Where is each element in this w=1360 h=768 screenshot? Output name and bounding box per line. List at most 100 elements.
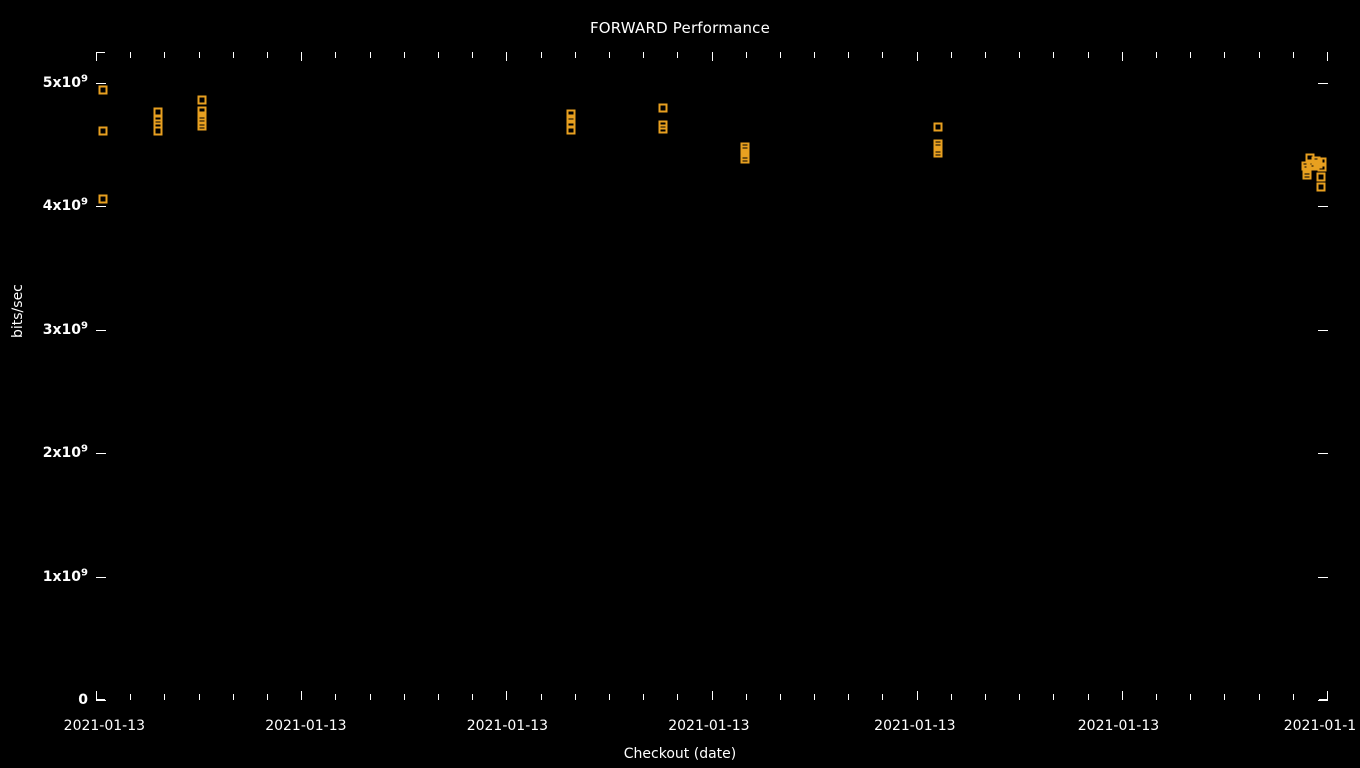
x-axis-tick-top <box>882 52 883 58</box>
x-axis-tick-top <box>814 52 815 58</box>
y-axis-tick-right <box>1318 700 1328 701</box>
y-axis-tick-label: 2x109 <box>42 443 88 462</box>
y-axis-label: bits/sec <box>10 284 26 338</box>
x-axis-tick-bottom <box>1122 691 1123 700</box>
x-axis-tick-top <box>712 52 713 61</box>
x-axis-tick-top <box>96 52 97 61</box>
x-axis-tick-label: 2021-01-13 <box>874 718 956 734</box>
y-axis-tick-right <box>1318 206 1328 207</box>
x-axis-tick-top <box>1053 52 1054 58</box>
x-axis-tick-top <box>438 52 439 58</box>
x-axis-tick-bottom <box>677 694 678 700</box>
x-axis-tick-top <box>335 52 336 58</box>
x-axis-tick-bottom <box>130 694 131 700</box>
x-axis-tick-top <box>506 52 507 61</box>
data-point-marker <box>1316 182 1326 192</box>
x-axis-tick-top <box>130 52 131 58</box>
x-axis-tick-top <box>609 52 610 58</box>
y-axis-tick-left <box>96 206 106 207</box>
x-axis-tick-bottom <box>233 694 234 700</box>
x-axis-tick-bottom <box>199 694 200 700</box>
x-axis-tick-label: 2021-01-13 <box>466 718 549 734</box>
x-axis-tick-top <box>267 52 268 58</box>
x-axis-tick-bottom <box>780 694 781 700</box>
data-point-marker <box>566 125 576 135</box>
y-axis-tick-left <box>96 83 106 84</box>
x-axis-tick-top <box>951 52 952 58</box>
x-axis-tick-bottom <box>541 694 542 700</box>
x-axis-tick-top <box>643 52 644 58</box>
x-axis-tick-bottom <box>1088 694 1089 700</box>
x-axis-tick-bottom <box>1053 694 1054 700</box>
x-axis-tick-label: 2021-01-13 <box>63 718 146 734</box>
y-axis-tick-label: 0 <box>78 692 88 708</box>
x-axis-tick-bottom <box>1019 694 1020 700</box>
x-axis-tick-bottom <box>848 694 849 700</box>
x-axis-tick-bottom <box>301 691 302 700</box>
x-axis-tick-bottom <box>506 691 507 700</box>
data-point-marker <box>658 103 668 113</box>
x-axis-tick-bottom <box>96 691 97 700</box>
data-point-marker <box>197 121 207 131</box>
x-axis-tick-bottom <box>882 694 883 700</box>
data-point-marker <box>933 122 943 132</box>
x-axis-tick-label: 2021-01-13 <box>265 718 347 734</box>
data-point-marker <box>98 85 108 95</box>
x-axis-label: Checkout (date) <box>623 746 737 762</box>
data-point-marker <box>658 124 668 134</box>
x-axis-tick-top <box>233 52 234 58</box>
x-axis-tick-top <box>1088 52 1089 58</box>
y-axis-tick-label: 4x109 <box>42 196 88 215</box>
plot-area <box>96 52 1328 701</box>
axis-frame-nub <box>96 52 105 53</box>
x-axis-tick-top <box>541 52 542 58</box>
y-axis-tick-left <box>96 700 106 701</box>
data-point-marker <box>1317 162 1327 172</box>
y-axis-tick-left <box>96 453 106 454</box>
chart-canvas: FORWARD Performance 0 1x109 2x109 3x109 4x10… <box>0 0 1360 768</box>
x-axis-tick-top <box>1259 52 1260 58</box>
x-axis-tick-bottom <box>164 694 165 700</box>
y-axis-tick-labels: 0 1x109 2x109 3x109 4x109 5x109 <box>0 0 88 768</box>
x-axis-tick-bottom <box>370 694 371 700</box>
data-point-marker <box>933 148 943 158</box>
x-axis-tick-bottom <box>1293 694 1294 700</box>
x-axis-tick-bottom <box>472 694 473 700</box>
x-axis-tick-top <box>1019 52 1020 58</box>
y-axis-tick-left <box>96 577 106 578</box>
data-point-marker <box>153 126 163 136</box>
x-axis-tick-top <box>1156 52 1157 58</box>
x-axis-tick-bottom <box>335 694 336 700</box>
x-axis-tick-bottom <box>1259 694 1260 700</box>
x-axis-tick-bottom <box>985 694 986 700</box>
y-axis-tick-label: 1x109 <box>42 566 88 585</box>
x-axis-tick-bottom <box>1327 691 1328 700</box>
x-axis-tick-bottom <box>712 691 713 700</box>
x-axis-tick-bottom <box>609 694 610 700</box>
data-point-marker <box>197 95 207 105</box>
x-axis-tick-top <box>370 52 371 58</box>
x-axis-tick-bottom <box>404 694 405 700</box>
x-axis-tick-top <box>472 52 473 58</box>
x-axis-tick-top <box>404 52 405 58</box>
data-point-marker <box>98 126 108 136</box>
y-axis-tick-label: 3x109 <box>42 320 88 338</box>
y-axis-tick-right <box>1318 330 1328 331</box>
x-axis-tick-top <box>677 52 678 58</box>
x-axis-tick-bottom <box>575 694 576 700</box>
y-axis-tick-right <box>1318 577 1328 578</box>
data-point-marker <box>740 154 750 164</box>
x-axis-tick-top <box>780 52 781 58</box>
x-axis-tick-top <box>848 52 849 58</box>
x-axis-tick-bottom <box>643 694 644 700</box>
x-axis-tick-label: 2021-01-13 <box>1077 718 1160 734</box>
x-axis-tick-top <box>164 52 165 58</box>
x-axis-tick-bottom <box>1190 694 1191 700</box>
x-axis-tick-top <box>199 52 200 58</box>
x-axis-tick-top <box>1327 52 1328 61</box>
x-axis-tick-bottom <box>1156 694 1157 700</box>
x-axis-tick-top <box>1122 52 1123 61</box>
x-axis-tick-top <box>301 52 302 61</box>
x-axis-tick-top <box>575 52 576 58</box>
x-axis-tick-top <box>1293 52 1294 58</box>
